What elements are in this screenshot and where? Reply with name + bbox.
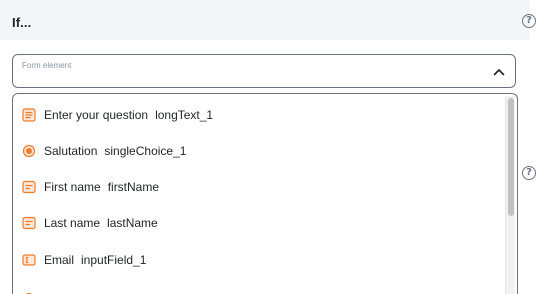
option-label: Salutation [44, 144, 98, 158]
option-long-text-1[interactable]: Enter your question longText_1 [22, 106, 213, 124]
form-element-dropdown: Enter your question longText_1 Salutatio… [12, 93, 518, 294]
form-element-label: Form element [22, 61, 72, 70]
short-text-icon [22, 180, 36, 194]
condition-title: If... [12, 15, 32, 30]
short-text-icon [22, 216, 36, 230]
option-first-name[interactable]: First name firstName [22, 178, 159, 196]
option-key: longText_1 [155, 108, 214, 122]
option-last-name[interactable]: Last name lastName [22, 214, 158, 232]
condition-editor: If... ? ? Form element Enter your questi… [0, 0, 540, 294]
option-email[interactable]: Email inputField_1 [22, 251, 146, 269]
help-icon[interactable]: ? [522, 14, 536, 28]
option-label: Last name [44, 216, 101, 230]
form-element-select[interactable]: Form element [12, 54, 516, 88]
option-key: lastName [107, 216, 158, 230]
option-key: firstName [107, 180, 160, 194]
radio-icon [22, 144, 36, 158]
option-key: inputField_1 [81, 253, 147, 267]
help-icon[interactable]: ? [522, 166, 536, 180]
chevron-up-icon[interactable] [493, 67, 505, 77]
scrollbar-thumb[interactable] [508, 98, 514, 216]
option-single-choice-1[interactable]: Salutation singleChoice_1 [22, 142, 186, 160]
input-field-icon [22, 254, 36, 266]
option-label: Email [44, 253, 75, 267]
long-text-icon [22, 108, 36, 122]
condition-header [0, 0, 530, 40]
option-key: singleChoice_1 [104, 144, 187, 158]
option-label: First name [44, 180, 101, 194]
option-label: Enter your question [44, 108, 149, 122]
